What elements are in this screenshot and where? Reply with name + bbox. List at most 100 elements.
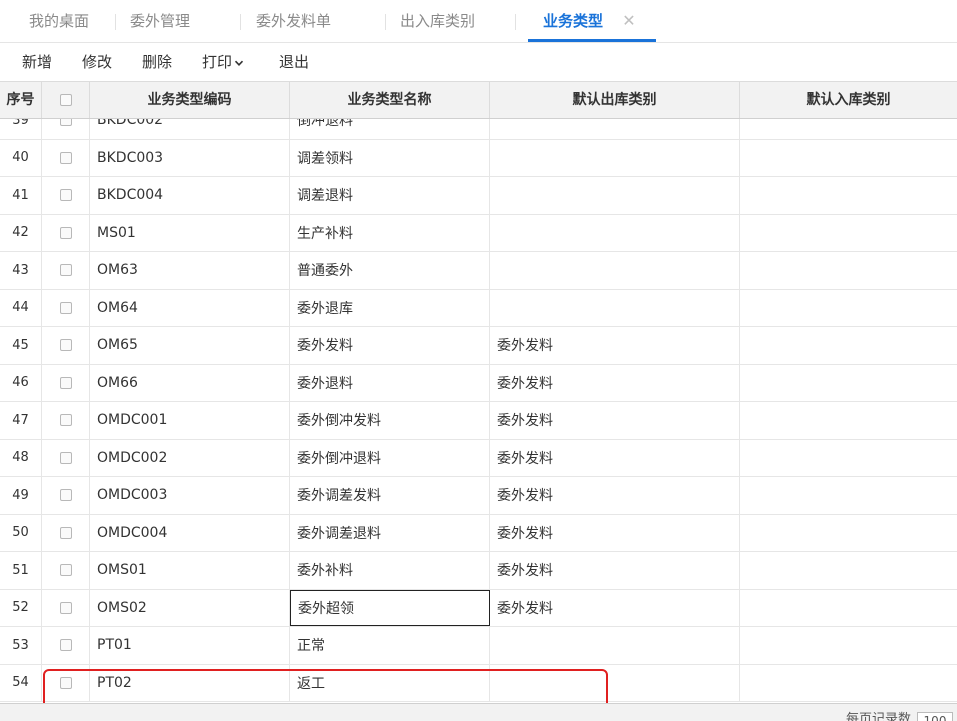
table-row[interactable]: 47 OMDC001 委外倒冲发料 委外发料	[0, 402, 957, 440]
row-checkbox[interactable]	[59, 451, 72, 464]
business-type-name[interactable]: 正常	[290, 627, 490, 664]
row-checkbox-cell[interactable]	[42, 364, 90, 401]
business-type-name[interactable]: 普通委外	[290, 252, 490, 289]
row-checkbox[interactable]	[59, 301, 72, 314]
row-checkbox[interactable]	[59, 376, 72, 389]
row-checkbox[interactable]	[59, 564, 72, 577]
business-type-code[interactable]: OM66	[90, 364, 290, 401]
row-checkbox-cell[interactable]	[42, 477, 90, 514]
default-out-category[interactable]	[490, 289, 740, 326]
tab-my-desktop[interactable]: 我的桌面	[29, 0, 89, 42]
default-in-category[interactable]	[740, 252, 957, 289]
default-out-category[interactable]: 委外发料	[490, 552, 740, 589]
column-header-seq[interactable]: 序号	[0, 82, 42, 118]
business-type-name[interactable]: 委外发料	[290, 327, 490, 364]
table-row[interactable]: 52 OMS02 委外超领 委外发料	[0, 589, 957, 627]
business-type-code[interactable]: OMDC004	[90, 514, 290, 551]
business-type-name[interactable]: 委外调差退料	[290, 514, 490, 551]
select-all-checkbox[interactable]	[59, 94, 72, 106]
add-button[interactable]: 新增	[22, 43, 52, 81]
table-row[interactable]: 44 OM64 委外退库	[0, 289, 957, 327]
default-out-category[interactable]: 委外发料	[490, 589, 740, 626]
business-type-code[interactable]: OMDC003	[90, 477, 290, 514]
business-type-code[interactable]: OMDC002	[90, 439, 290, 476]
default-in-category[interactable]	[740, 590, 957, 627]
default-in-category[interactable]	[740, 627, 957, 664]
row-checkbox-cell[interactable]	[42, 139, 90, 176]
default-out-category[interactable]	[490, 627, 740, 664]
default-in-category[interactable]	[740, 327, 957, 364]
business-type-name[interactable]: 委外退料	[290, 364, 490, 401]
column-header-default-out[interactable]: 默认出库类别	[490, 82, 740, 118]
row-checkbox[interactable]	[59, 601, 72, 614]
exit-button[interactable]: 退出	[279, 43, 309, 81]
row-checkbox[interactable]	[59, 226, 72, 239]
tab-outsourcing-issue-note[interactable]: 委外发料单	[256, 0, 331, 42]
row-checkbox-cell[interactable]	[42, 177, 90, 214]
row-checkbox-cell[interactable]	[42, 664, 90, 701]
tab-inout-category[interactable]: 出入库类别	[400, 0, 475, 42]
row-checkbox-cell[interactable]	[42, 514, 90, 551]
row-checkbox-cell[interactable]	[42, 214, 90, 251]
row-checkbox-cell[interactable]	[42, 552, 90, 589]
business-type-code[interactable]: OM64	[90, 289, 290, 326]
default-out-category[interactable]	[490, 119, 740, 139]
default-out-category[interactable]	[490, 139, 740, 176]
row-checkbox[interactable]	[59, 526, 72, 539]
business-type-code[interactable]: OM63	[90, 252, 290, 289]
table-row[interactable]: 48 OMDC002 委外倒冲退料 委外发料	[0, 439, 957, 477]
row-checkbox-cell[interactable]	[42, 119, 90, 139]
business-type-code[interactable]: OMDC001	[90, 402, 290, 439]
table-row[interactable]: 43 OM63 普通委外	[0, 252, 957, 290]
default-in-category[interactable]	[740, 477, 957, 514]
table-row[interactable]: 46 OM66 委外退料 委外发料	[0, 364, 957, 402]
default-out-category[interactable]	[490, 664, 740, 701]
default-in-category[interactable]	[740, 177, 957, 214]
row-checkbox-cell[interactable]	[42, 589, 90, 626]
default-in-category[interactable]	[740, 365, 957, 402]
row-checkbox-cell[interactable]	[42, 402, 90, 439]
row-checkbox[interactable]	[59, 339, 72, 352]
default-out-category[interactable]	[490, 177, 740, 214]
business-type-code[interactable]: BKDC002	[90, 119, 290, 139]
default-out-category[interactable]	[490, 214, 740, 251]
business-type-name[interactable]: 倒冲退料	[290, 119, 490, 139]
default-in-category[interactable]	[740, 402, 957, 439]
default-in-category[interactable]	[740, 440, 957, 477]
row-checkbox[interactable]	[59, 264, 72, 277]
table-row[interactable]: 50 OMDC004 委外调差退料 委外发料	[0, 514, 957, 552]
business-type-code[interactable]: BKDC003	[90, 139, 290, 176]
edit-button[interactable]: 修改	[82, 43, 112, 81]
column-header-default-in[interactable]: 默认入库类别	[740, 82, 957, 118]
table-row[interactable]: 41 BKDC004 调差退料	[0, 177, 957, 215]
delete-button[interactable]: 删除	[142, 43, 172, 81]
default-in-category[interactable]	[740, 215, 957, 252]
default-out-category[interactable]	[490, 252, 740, 289]
business-type-code[interactable]: PT01	[90, 627, 290, 664]
page-size-input[interactable]: 100	[917, 712, 953, 721]
business-type-name[interactable]: 委外超领	[290, 589, 490, 626]
tab-outsourcing-management[interactable]: 委外管理	[130, 0, 190, 42]
business-type-code[interactable]: BKDC004	[90, 177, 290, 214]
column-header-code[interactable]: 业务类型编码	[90, 82, 290, 118]
business-type-name[interactable]: 调差退料	[290, 177, 490, 214]
table-row[interactable]: 45 OM65 委外发料 委外发料	[0, 327, 957, 365]
table-row[interactable]: 51 OMS01 委外补料 委外发料	[0, 552, 957, 590]
business-type-name[interactable]: 生产补料	[290, 214, 490, 251]
close-icon[interactable]: ✕	[622, 0, 635, 42]
business-type-code[interactable]: OMS02	[90, 589, 290, 626]
column-header-name[interactable]: 业务类型名称	[290, 82, 490, 118]
row-checkbox-cell[interactable]	[42, 327, 90, 364]
row-checkbox[interactable]	[59, 489, 72, 502]
business-type-code[interactable]: PT02	[90, 664, 290, 701]
row-checkbox[interactable]	[59, 151, 72, 164]
default-in-category[interactable]	[740, 140, 957, 177]
default-in-category[interactable]	[740, 665, 957, 702]
default-out-category[interactable]: 委外发料	[490, 477, 740, 514]
business-type-code[interactable]: OMS01	[90, 552, 290, 589]
row-checkbox[interactable]	[59, 676, 72, 689]
business-type-name[interactable]: 委外倒冲退料	[290, 439, 490, 476]
row-checkbox[interactable]	[59, 119, 72, 127]
default-out-category[interactable]: 委外发料	[490, 514, 740, 551]
table-row[interactable]: 54 PT02 返工	[0, 664, 957, 702]
